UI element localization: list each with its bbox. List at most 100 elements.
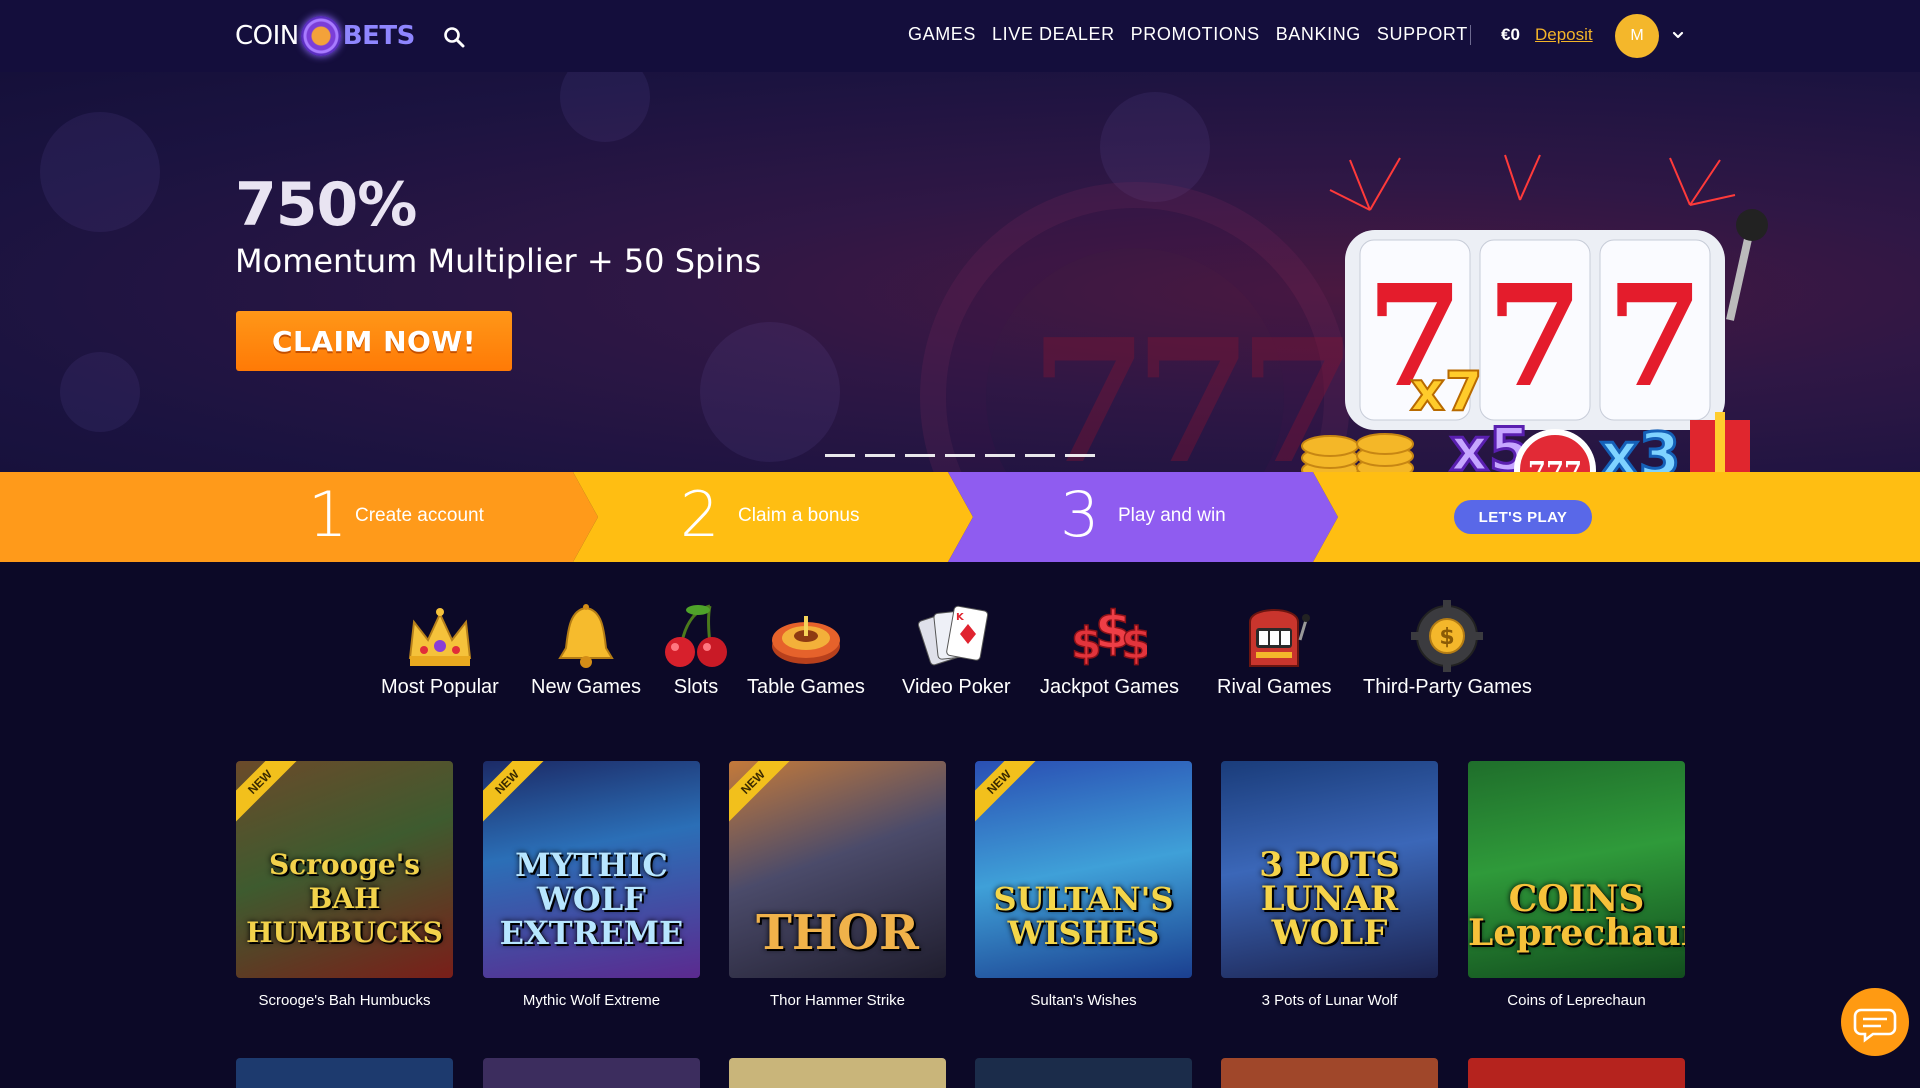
game-art-title: 3 POTS LUNAR WOLF <box>1259 845 1400 953</box>
game-thumbnail[interactable]: NEW MYTHIC WOLF EXTREME <box>483 761 700 978</box>
game-art-title: SULTAN'S WISHES <box>993 880 1174 952</box>
category-label: Rival Games <box>1217 676 1332 698</box>
promo-subline: Momentum Multiplier + 50 Spins <box>235 242 762 280</box>
game-tile-partial[interactable] <box>1468 1058 1685 1088</box>
game-tile-partial[interactable] <box>1221 1058 1438 1088</box>
game-thumbnail[interactable]: 3 POTS LUNAR WOLF <box>1221 761 1438 978</box>
carousel-dot[interactable] <box>1025 454 1055 457</box>
game-tile-partial[interactable] <box>483 1058 700 1088</box>
new-badge: NEW <box>483 761 551 826</box>
steps-chevron-background <box>0 472 1920 562</box>
step-number-2: 2 <box>680 478 720 551</box>
category-most-popular[interactable]: Most Popular <box>381 600 499 699</box>
promo-headline: 750% <box>235 170 417 240</box>
game-name[interactable]: Mythic Wolf Extreme <box>483 992 700 1009</box>
game-name[interactable]: Sultan's Wishes <box>975 992 1192 1009</box>
nav-promotions[interactable]: PROMOTIONS <box>1131 24 1260 45</box>
dollar-signs-icon: $ $ $ <box>1071 600 1147 670</box>
balance-amount: €0 <box>1501 25 1520 44</box>
logo-text-bets: BETS <box>342 21 416 51</box>
game-art-title: COINS Leprechaun <box>1468 878 1685 954</box>
main-nav: GAMES LIVE DEALER PROMOTIONS BANKING SUP… <box>908 24 1468 45</box>
how-it-works-steps <box>0 472 1920 562</box>
category-video-poker[interactable]: K Video Poker <box>902 600 1011 699</box>
bokeh-light <box>40 112 160 232</box>
claim-now-button[interactable]: CLAIM NOW! <box>236 311 512 371</box>
search-icon[interactable] <box>443 26 465 48</box>
carousel-dot[interactable] <box>905 454 935 457</box>
category-label: Video Poker <box>902 676 1011 698</box>
game-art-title: THOR <box>756 905 919 961</box>
category-third-party-games[interactable]: $ Third-Party Games <box>1363 600 1532 699</box>
category-label: New Games <box>531 676 642 698</box>
game-tile-mythic-wolf-extreme[interactable]: NEW MYTHIC WOLF EXTREME Mythic Wolf Extr… <box>483 761 700 1009</box>
bokeh-light <box>560 72 650 142</box>
poker-chip-icon <box>300 16 341 56</box>
game-tile-partial[interactable] <box>729 1058 946 1088</box>
carousel-dot[interactable] <box>945 454 975 457</box>
step-label-create-account: Create account <box>355 505 484 526</box>
category-new-games[interactable]: New Games <box>531 600 641 699</box>
coinbets-logo[interactable]: COIN BETS <box>235 16 416 56</box>
game-name[interactable]: Scrooge's Bah Humbucks <box>236 992 453 1009</box>
game-thumbnail[interactable]: NEW THOR <box>729 761 946 978</box>
game-tile-partial[interactable] <box>236 1058 453 1088</box>
game-tile-thor-hammer-strike[interactable]: NEW THOR Thor Hammer Strike <box>729 761 946 1009</box>
new-badge: NEW <box>975 761 1043 826</box>
new-badge: NEW <box>729 761 797 826</box>
game-art-title: MYTHIC WOLF EXTREME <box>499 846 684 952</box>
bokeh-light <box>60 352 140 432</box>
svg-text:777: 777 <box>1528 457 1582 472</box>
game-name[interactable]: 3 Pots of Lunar Wolf <box>1221 992 1438 1009</box>
category-table-games[interactable]: Table Games <box>747 600 865 699</box>
step-number-3: 3 <box>1060 478 1100 551</box>
svg-text:7: 7 <box>1606 255 1703 419</box>
carousel-dot[interactable] <box>1065 454 1095 457</box>
svg-text:$: $ <box>1121 618 1147 669</box>
svg-text:x3: x3 <box>1600 420 1680 472</box>
category-label: Table Games <box>747 676 865 698</box>
new-badge: NEW <box>236 761 304 826</box>
gear-coin-icon: $ <box>1411 600 1484 672</box>
game-tile-sultans-wishes[interactable]: NEW SULTAN'S WISHES Sultan's Wishes <box>975 761 1192 1009</box>
user-avatar[interactable]: M <box>1615 14 1659 58</box>
nav-support[interactable]: SUPPORT <box>1377 24 1468 45</box>
nav-banking[interactable]: BANKING <box>1276 24 1361 45</box>
nav-divider <box>1470 25 1471 45</box>
game-tile-scrooges-bah-humbucks[interactable]: NEW Scrooge's BAH HUMBUCKS Scrooge's Bah… <box>236 761 453 1009</box>
carousel-dot[interactable] <box>985 454 1015 457</box>
category-slots[interactable]: Slots <box>658 600 734 699</box>
step-label-play-and-win: Play and win <box>1118 505 1226 526</box>
live-chat-button[interactable] <box>1841 988 1909 1056</box>
crown-icon <box>408 608 472 666</box>
deposit-link[interactable]: Deposit <box>1535 25 1593 45</box>
game-thumbnail[interactable]: NEW SULTAN'S WISHES <box>975 761 1192 978</box>
category-label: Third-Party Games <box>1363 676 1532 698</box>
nav-live-dealer[interactable]: LIVE DEALER <box>992 24 1115 45</box>
category-jackpot-games[interactable]: $ $ $ Jackpot Games <box>1040 600 1179 699</box>
slot-machine-icon <box>1249 609 1311 667</box>
category-label: Slots <box>673 676 719 698</box>
roulette-icon <box>771 616 840 664</box>
playing-cards-icon: K <box>918 605 989 666</box>
carousel-dot[interactable] <box>865 454 895 457</box>
game-tile-partial[interactable] <box>975 1058 1192 1088</box>
bokeh-light <box>700 322 840 462</box>
carousel-dot[interactable] <box>825 454 855 457</box>
nav-games[interactable]: GAMES <box>908 24 976 45</box>
game-thumbnail[interactable]: NEW Scrooge's BAH HUMBUCKS <box>236 761 453 978</box>
game-tile-3-pots-of-lunar-wolf[interactable]: 3 POTS LUNAR WOLF 3 Pots of Lunar Wolf <box>1221 761 1438 1009</box>
game-thumbnail[interactable]: COINS Leprechaun <box>1468 761 1685 978</box>
category-label: Jackpot Games <box>1040 676 1179 698</box>
game-name[interactable]: Thor Hammer Strike <box>729 992 946 1009</box>
category-label: Most Popular <box>381 676 499 698</box>
svg-text:x7: x7 <box>1410 360 1482 423</box>
lets-play-button[interactable]: LET'S PLAY <box>1454 500 1592 534</box>
chevron-down-icon[interactable] <box>1671 28 1685 42</box>
game-tile-coins-of-leprechaun[interactable]: COINS Leprechaun Coins of Leprechaun <box>1468 761 1685 1009</box>
top-navigation-bar: COIN BETS GAMES LIVE DEALER PROMOTIONS B… <box>0 0 1920 72</box>
logo-text-coin: COIN <box>235 21 299 51</box>
game-name[interactable]: Coins of Leprechaun <box>1468 992 1685 1009</box>
svg-text:K: K <box>956 612 965 623</box>
category-rival-games[interactable]: Rival Games <box>1217 600 1331 699</box>
